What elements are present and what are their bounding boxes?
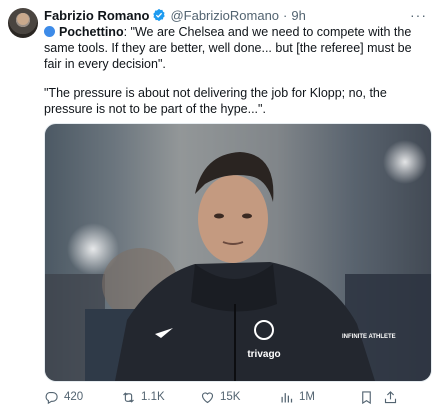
bookmark-icon: [362, 390, 371, 404]
reply-button[interactable]: 420: [44, 390, 121, 405]
verified-badge-icon: [152, 8, 166, 22]
like-icon: [201, 391, 214, 403]
flag-icon: [44, 26, 55, 37]
views-button[interactable]: 1M: [279, 390, 359, 405]
kit-mark-text: INFINITE ATHLETE: [342, 334, 396, 340]
like-button[interactable]: 15K: [200, 390, 279, 405]
author-name[interactable]: Fabrizio Romano: [44, 8, 149, 23]
repost-button[interactable]: 1.1K: [121, 390, 200, 405]
tweet-text: Pochettino: "We are Chelsea and we need …: [44, 24, 429, 117]
author-handle[interactable]: @FabrizioRomano: [170, 8, 279, 23]
tweet-header: Fabrizio Romano @FabrizioRomano · 9h: [44, 7, 306, 23]
views-icon: [281, 392, 293, 402]
paragraph-2: "The pressure is about not delivering th…: [44, 86, 387, 116]
reply-count: 420: [64, 391, 84, 403]
paragraph-1-lead: Pochettino: [59, 25, 124, 39]
views-count: 1M: [299, 391, 315, 403]
like-count: 15K: [220, 391, 241, 403]
bookmark-button[interactable]: [359, 390, 383, 405]
share-icon: [384, 390, 397, 403]
avatar[interactable]: [8, 8, 38, 38]
separator: ·: [283, 7, 288, 23]
share-button[interactable]: [383, 390, 403, 405]
paragraph-1: Pochettino: "We are Chelsea and we need …: [44, 24, 429, 72]
tweet-photo[interactable]: trivago INFINITE ATHLETE: [44, 123, 432, 382]
sponsor-text: trivago: [247, 349, 280, 360]
more-icon[interactable]: ···: [410, 7, 427, 23]
action-bar: 420 1.1K 15K 1M: [44, 388, 439, 406]
reply-icon: [45, 391, 58, 404]
repost-count: 1.1K: [141, 391, 165, 403]
repost-icon: [123, 391, 134, 403]
timestamp[interactable]: 9h: [291, 8, 305, 23]
